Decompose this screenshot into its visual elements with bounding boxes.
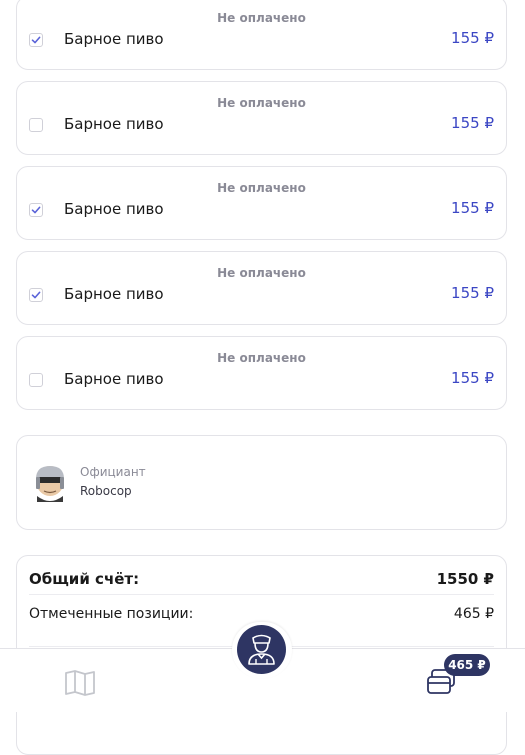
item-checkbox[interactable] <box>29 118 43 132</box>
order-item[interactable]: Не оплачено Барное пиво 155 ₽ <box>16 336 507 410</box>
payment-status: Не оплачено <box>217 181 306 195</box>
payment-status: Не оплачено <box>217 11 306 25</box>
bill-badge: 465 ₽ <box>444 654 490 676</box>
item-price: 155 ₽ <box>451 369 494 387</box>
marked-items-label: Отмеченные позиции: <box>29 606 194 622</box>
total-label: Общий счёт: <box>29 570 140 588</box>
waiter-card: Официант Robocop <box>16 435 507 530</box>
robocop-avatar-icon <box>33 464 67 502</box>
checkmark-icon <box>31 36 41 44</box>
item-name: Барное пиво <box>64 115 164 133</box>
order-item[interactable]: Не оплачено Барное пиво 155 ₽ <box>16 166 507 240</box>
book-icon[interactable] <box>64 669 96 697</box>
item-price: 155 ₽ <box>451 29 494 47</box>
item-price: 155 ₽ <box>451 199 494 217</box>
item-name: Барное пиво <box>64 30 164 48</box>
item-price: 155 ₽ <box>451 114 494 132</box>
item-checkbox[interactable] <box>29 33 43 47</box>
order-item[interactable]: Не оплачено Барное пиво 155 ₽ <box>16 251 507 325</box>
total-value: 1550 ₽ <box>436 570 494 588</box>
item-checkbox[interactable] <box>29 203 43 217</box>
waiter-icon <box>248 634 275 665</box>
order-item[interactable]: Не оплачено Барное пиво 155 ₽ <box>16 0 507 70</box>
payment-status: Не оплачено <box>217 266 306 280</box>
item-checkbox[interactable] <box>29 288 43 302</box>
checkmark-icon <box>31 206 41 214</box>
item-name: Барное пиво <box>64 370 164 388</box>
checkmark-icon <box>31 291 41 299</box>
waiter-role: Официант <box>80 465 146 479</box>
order-item[interactable]: Не оплачено Барное пиво 155 ₽ <box>16 81 507 155</box>
item-name: Барное пиво <box>64 200 164 218</box>
item-name: Барное пиво <box>64 285 164 303</box>
item-checkbox[interactable] <box>29 373 43 387</box>
marked-items-value: 465 ₽ <box>453 606 494 622</box>
call-waiter-button-wrap <box>232 622 292 678</box>
waiter-name: Robocop <box>80 484 132 498</box>
call-waiter-button[interactable] <box>237 625 286 674</box>
item-price: 155 ₽ <box>451 284 494 302</box>
payment-status: Не оплачено <box>217 351 306 365</box>
divider <box>29 594 494 595</box>
payment-status: Не оплачено <box>217 96 306 110</box>
